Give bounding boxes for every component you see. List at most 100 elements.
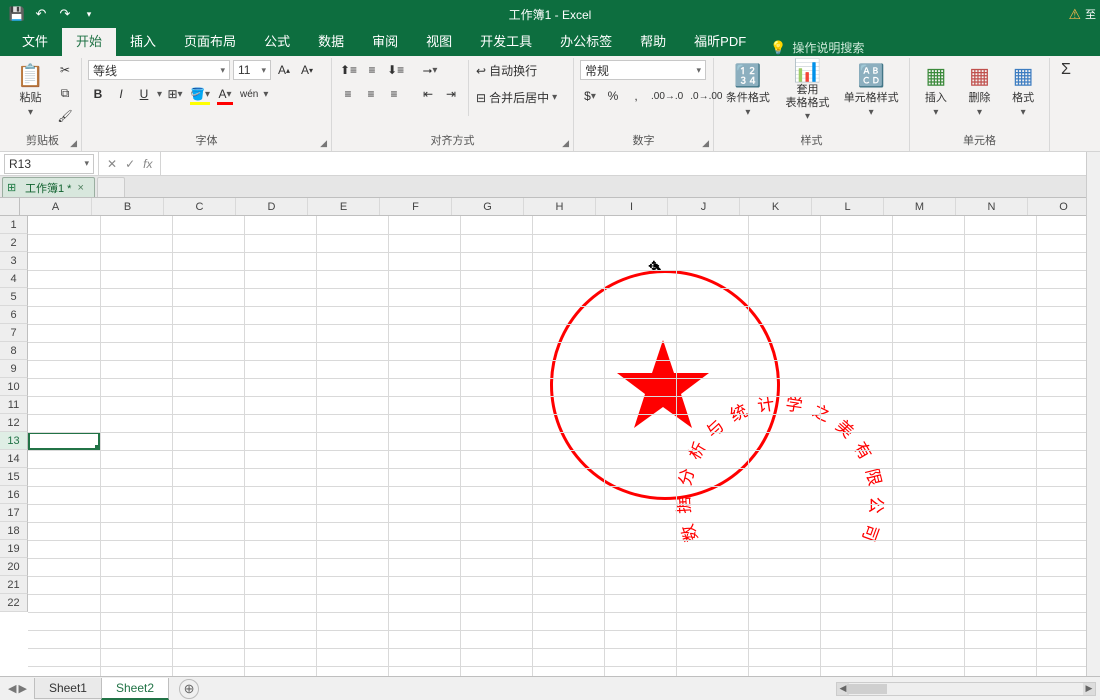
tell-me[interactable]: 💡 操作说明搜索 <box>770 39 864 56</box>
wrap-text-button[interactable]: ↩ 自动换行 <box>476 62 537 79</box>
undo-icon[interactable]: ↶ <box>30 3 52 25</box>
increase-font-button[interactable]: A▴ <box>274 60 294 80</box>
sheet-nav-prev-icon[interactable]: ◀ <box>8 682 16 695</box>
col-header-J[interactable]: J <box>668 198 740 215</box>
conditional-format-button[interactable]: 🔢 条件格式▾ <box>720 60 776 122</box>
align-center-button[interactable]: ≡ <box>361 84 381 104</box>
row-header-20[interactable]: 20 <box>0 558 28 576</box>
scroll-right-icon[interactable]: ▶ <box>1083 683 1095 695</box>
tab-layout[interactable]: 页面布局 <box>170 25 250 56</box>
align-bottom-button[interactable]: ⬇≡ <box>385 60 406 80</box>
merge-center-button[interactable]: ⊟ 合并后居中 ▾ <box>476 89 557 106</box>
tab-review[interactable]: 审阅 <box>358 25 412 56</box>
close-icon[interactable]: × <box>77 182 83 194</box>
row-header-2[interactable]: 2 <box>0 234 28 252</box>
col-header-N[interactable]: N <box>956 198 1028 215</box>
row-header-15[interactable]: 15 <box>0 468 28 486</box>
scroll-thumb[interactable] <box>847 684 887 694</box>
percent-button[interactable]: % <box>603 86 623 106</box>
increase-decimal-button[interactable]: .00→.0 <box>649 86 685 106</box>
tab-office[interactable]: 办公标签 <box>546 25 626 56</box>
autosum-button[interactable]: Σ <box>1056 60 1076 80</box>
align-top-button[interactable]: ⬆≡ <box>338 60 359 80</box>
decrease-indent-button[interactable]: ⇤ <box>418 84 438 104</box>
col-header-F[interactable]: F <box>380 198 452 215</box>
sheet-nav[interactable]: ◀ ▶ <box>0 682 35 695</box>
cell-styles-button[interactable]: 🔠 单元格样式▾ <box>839 60 903 122</box>
col-header-A[interactable]: A <box>20 198 92 215</box>
workbook-tab[interactable]: ⊞ 工作簿1 * × <box>2 177 95 197</box>
col-header-C[interactable]: C <box>164 198 236 215</box>
tab-file[interactable]: 文件 <box>8 25 62 56</box>
name-box[interactable]: R13▾ <box>4 154 94 174</box>
tab-view[interactable]: 视图 <box>412 25 466 56</box>
col-header-G[interactable]: G <box>452 198 524 215</box>
font-name-combo[interactable]: 等线▾ <box>88 60 230 80</box>
col-header-H[interactable]: H <box>524 198 596 215</box>
tab-developer[interactable]: 开发工具 <box>466 25 546 56</box>
row-header-8[interactable]: 8 <box>0 342 28 360</box>
row-header-6[interactable]: 6 <box>0 306 28 324</box>
horizontal-scrollbar[interactable]: ◀ ▶ <box>836 682 1096 696</box>
row-header-17[interactable]: 17 <box>0 504 28 522</box>
tab-insert[interactable]: 插入 <box>116 25 170 56</box>
redo-icon[interactable]: ↷ <box>54 3 76 25</box>
row-header-21[interactable]: 21 <box>0 576 28 594</box>
format-painter-button[interactable]: 🖌 <box>55 106 75 126</box>
row-header-4[interactable]: 4 <box>0 270 28 288</box>
copy-button[interactable]: ⧉ <box>55 83 75 103</box>
italic-button[interactable]: I <box>111 84 131 104</box>
dialog-launcher-icon[interactable]: ◢ <box>70 138 77 149</box>
align-middle-button[interactable]: ≡ <box>362 60 382 80</box>
align-right-button[interactable]: ≡ <box>384 84 404 104</box>
sheet-tab-1[interactable]: Sheet1 <box>34 678 102 699</box>
align-left-button[interactable]: ≡ <box>338 84 358 104</box>
enter-formula-icon[interactable]: ✓ <box>125 157 135 171</box>
number-format-combo[interactable]: 常规▾ <box>580 60 706 80</box>
tab-home[interactable]: 开始 <box>62 25 116 56</box>
fx-icon[interactable]: fx <box>143 157 152 171</box>
insert-cells-button[interactable]: ▦ 插入▾ <box>916 60 956 122</box>
accounting-format-button[interactable]: $▾ <box>580 86 600 106</box>
col-header-E[interactable]: E <box>308 198 380 215</box>
delete-cells-button[interactable]: ▦ 删除▾ <box>960 60 1000 122</box>
font-color-button[interactable]: A▾ <box>215 84 235 104</box>
row-header-18[interactable]: 18 <box>0 522 28 540</box>
row-header-3[interactable]: 3 <box>0 252 28 270</box>
chevron-down-icon[interactable]: ▾ <box>157 89 162 100</box>
grid[interactable]: ABCDEFGHIJKLMNO 123456789101112131415161… <box>0 198 1100 676</box>
col-header-B[interactable]: B <box>92 198 164 215</box>
row-header-11[interactable]: 11 <box>0 396 28 414</box>
workbook-tab-ghost[interactable] <box>97 177 125 197</box>
col-header-I[interactable]: I <box>596 198 668 215</box>
format-cells-button[interactable]: ▦ 格式▾ <box>1003 60 1043 122</box>
dialog-launcher-icon[interactable]: ◢ <box>562 138 569 149</box>
row-header-13[interactable]: 13 <box>0 432 28 450</box>
row-header-19[interactable]: 19 <box>0 540 28 558</box>
format-as-table-button[interactable]: 📊 套用 表格格式▾ <box>780 60 836 122</box>
underline-button[interactable]: U <box>134 84 154 104</box>
row-header-16[interactable]: 16 <box>0 486 28 504</box>
add-sheet-button[interactable]: ⊕ <box>179 679 199 699</box>
sheet-nav-next-icon[interactable]: ▶ <box>18 682 26 695</box>
select-all-corner[interactable] <box>0 198 20 215</box>
font-size-combo[interactable]: 11▾ <box>233 60 271 80</box>
cut-button[interactable]: ✂ <box>55 60 75 80</box>
increase-indent-button[interactable]: ⇥ <box>441 84 461 104</box>
row-header-9[interactable]: 9 <box>0 360 28 378</box>
fill-color-button[interactable]: 🪣▾ <box>188 84 212 104</box>
tab-data[interactable]: 数据 <box>304 25 358 56</box>
save-icon[interactable]: 💾 <box>6 3 28 25</box>
row-header-7[interactable]: 7 <box>0 324 28 342</box>
row-header-22[interactable]: 22 <box>0 594 28 612</box>
seal-shape[interactable]: 数据分析与统计学之美有限公司 <box>550 270 780 500</box>
formula-input[interactable] <box>161 154 1100 174</box>
row-header-12[interactable]: 12 <box>0 414 28 432</box>
row-header-1[interactable]: 1 <box>0 216 28 234</box>
qat-customize-icon[interactable]: ▾ <box>78 3 100 25</box>
tab-help[interactable]: 帮助 <box>626 25 680 56</box>
sheet-tab-2[interactable]: Sheet2 <box>101 678 169 700</box>
cancel-formula-icon[interactable]: ✕ <box>107 157 117 171</box>
border-button[interactable]: ⊞▾ <box>165 84 185 104</box>
tab-foxit[interactable]: 福昕PDF <box>680 25 760 56</box>
